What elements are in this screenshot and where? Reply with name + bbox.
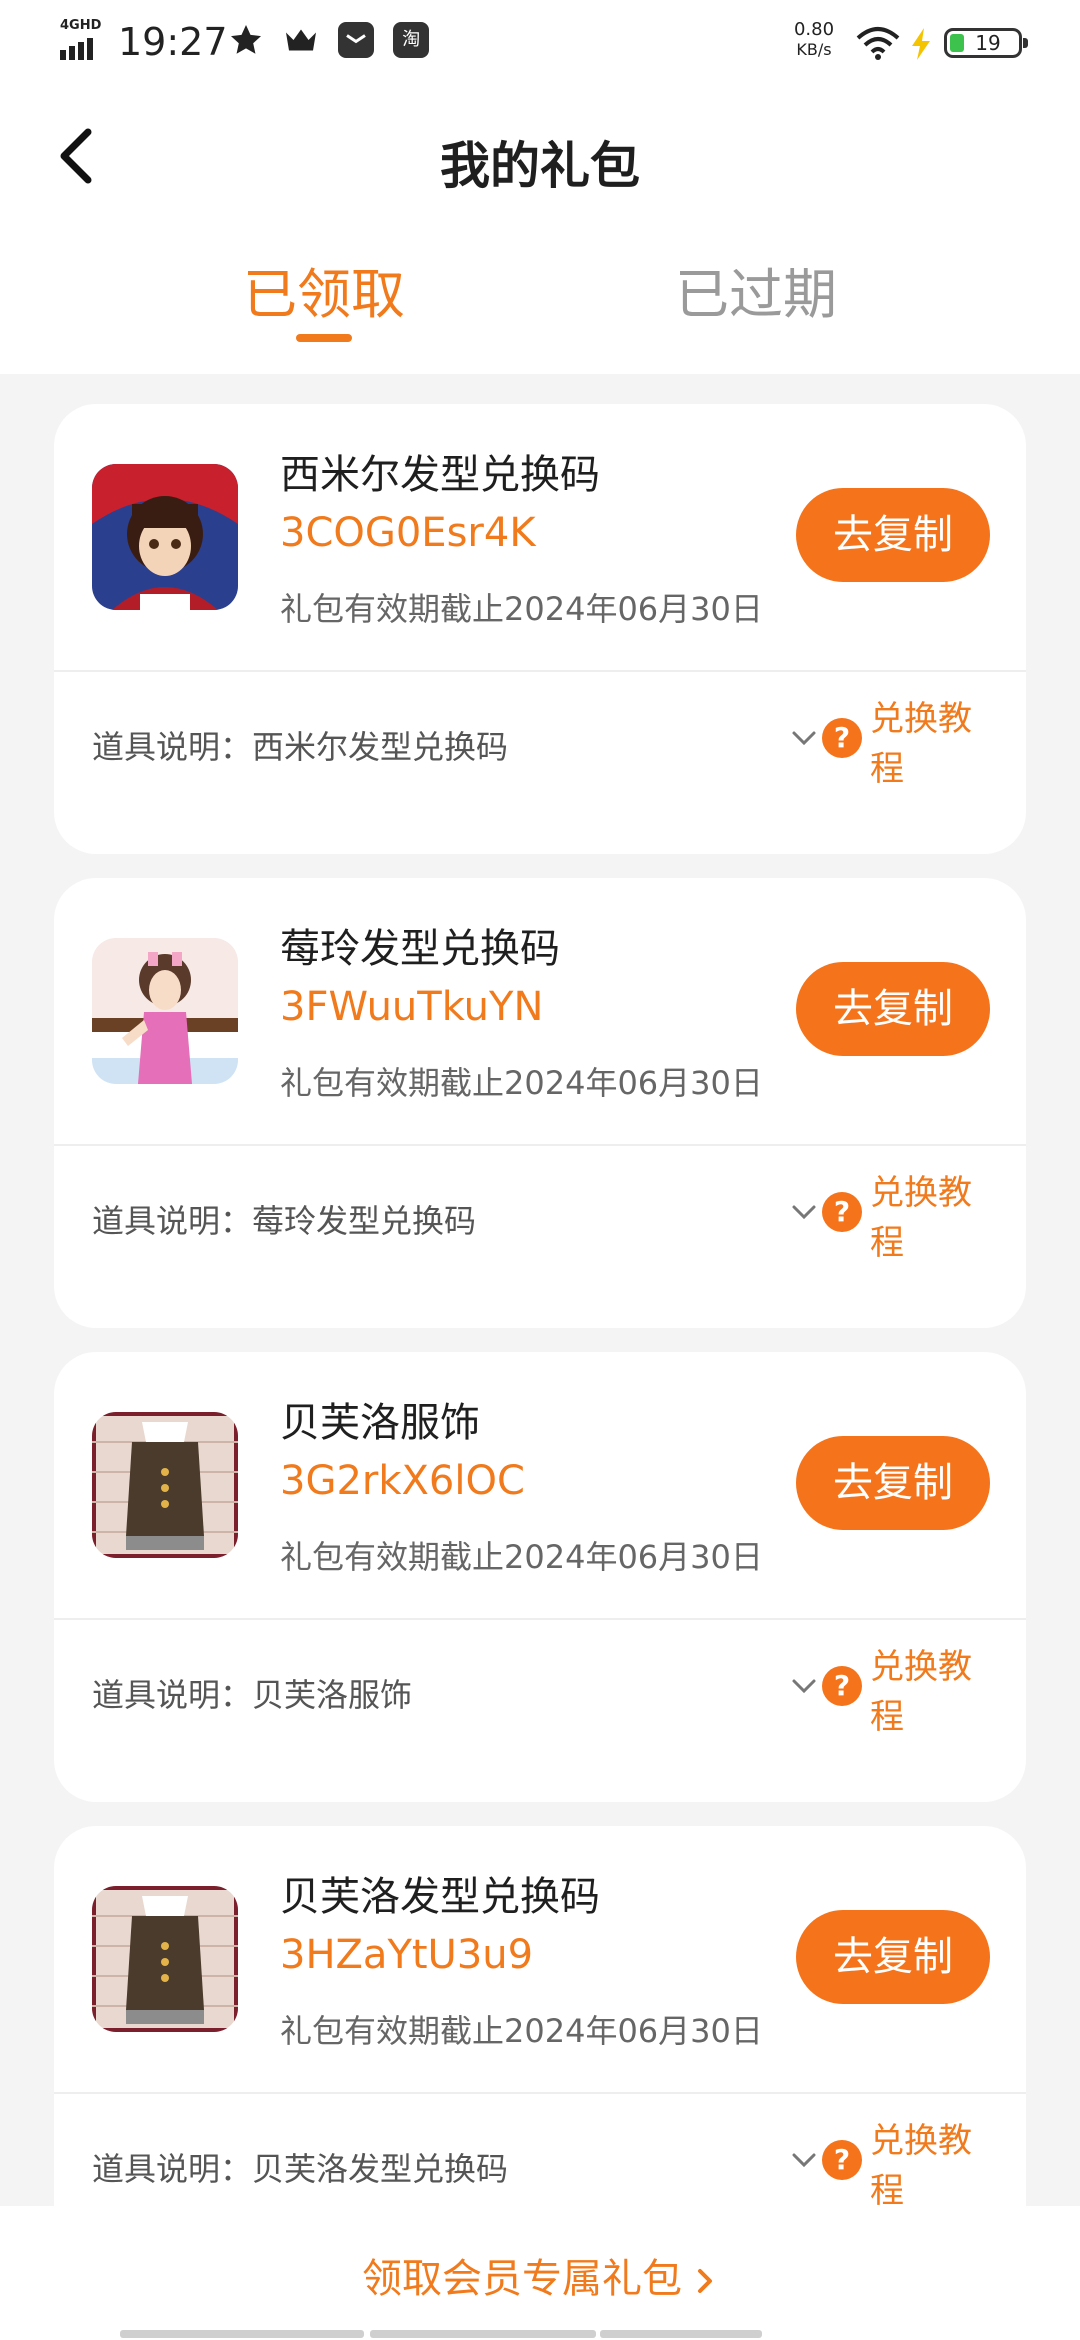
- gift-card: 贝芙洛服饰 3G2rkX6lOC 礼包有效期截止2024年06月30日 去复制 …: [54, 1352, 1026, 1802]
- card-divider: [54, 1144, 1026, 1146]
- gift-card: 莓玲发型兑换码 3FWuuTkuYN 礼包有效期截止2024年06月30日 去复…: [54, 878, 1026, 1328]
- item-description: 道具说明：贝芙洛发型兑换码: [92, 2144, 508, 2190]
- mail-icon: [338, 22, 375, 58]
- redeem-tutorial-link[interactable]: 兑换教程: [870, 2116, 980, 2206]
- gift-thumbnail: [92, 938, 238, 1084]
- description-label: 道具说明：: [92, 2150, 253, 2188]
- redeem-tutorial-link[interactable]: 兑换教程: [870, 694, 980, 794]
- top-area: 4GHD 19:27 淘 0.80 KB/s 19 我的礼包 已领取 已过期: [0, 0, 1080, 374]
- crown-icon: [283, 22, 319, 58]
- description-label: 道具说明：: [92, 1202, 253, 1240]
- clock: 19:27: [118, 20, 228, 64]
- gift-code: 3COG0Esr4K: [280, 510, 536, 556]
- description-label: 道具说明：: [92, 728, 253, 766]
- taobao-icon: 淘: [393, 22, 430, 58]
- chevron-down-icon[interactable]: [790, 2146, 818, 2174]
- question-icon[interactable]: ?: [822, 718, 862, 758]
- chevron-down-icon[interactable]: [790, 1672, 818, 1700]
- description-value: 贝芙洛服饰: [252, 1676, 413, 1714]
- bottom-bar: 领取会员专属礼包: [0, 2206, 1080, 2340]
- notification-icons: 淘: [228, 22, 443, 62]
- item-description: 道具说明：贝芙洛服饰: [92, 1670, 412, 1716]
- redeem-tutorial-link[interactable]: 兑换教程: [870, 1168, 980, 1268]
- status-bar: 4GHD 19:27 淘 0.80 KB/s 19: [0, 0, 1080, 84]
- charging-icon: [908, 26, 934, 62]
- item-description: 道具说明：西米尔发型兑换码: [92, 722, 508, 768]
- member-gift-link[interactable]: 领取会员专属礼包: [0, 2246, 1080, 2304]
- gift-name: 贝芙洛服饰: [280, 1400, 480, 1446]
- status-right: 0.80 KB/s 19: [722, 20, 1028, 64]
- chevron-down-icon[interactable]: [790, 1198, 818, 1226]
- question-icon[interactable]: ?: [822, 2140, 862, 2180]
- description-value: 西米尔发型兑换码: [252, 728, 509, 766]
- member-gift-label: 领取会员专属礼包: [362, 2256, 682, 2302]
- tab-expired[interactable]: 已过期: [606, 250, 906, 329]
- star-icon: [228, 22, 264, 58]
- gift-list[interactable]: 西米尔发型兑换码 3COG0Esr4K 礼包有效期截止2024年06月30日 去…: [0, 374, 1080, 2206]
- question-icon[interactable]: ?: [822, 1666, 862, 1706]
- network-speed: 0.80 KB/s: [784, 20, 844, 60]
- tab-indicator: [296, 334, 352, 342]
- battery-icon: 19: [944, 28, 1028, 58]
- gift-name: 西米尔发型兑换码: [280, 452, 600, 498]
- gift-code: 3HZaYtU3u9: [280, 1932, 534, 1978]
- card-divider: [54, 670, 1026, 672]
- gift-thumbnail: [92, 1412, 238, 1558]
- gift-card: 西米尔发型兑换码 3COG0Esr4K 礼包有效期截止2024年06月30日 去…: [54, 404, 1026, 854]
- gift-expiry: 礼包有效期截止2024年06月30日: [280, 1538, 763, 1576]
- wifi-icon: [854, 26, 902, 62]
- copy-button[interactable]: 去复制: [796, 1436, 990, 1530]
- tab-received[interactable]: 已领取: [174, 250, 474, 329]
- chevron-down-icon[interactable]: [790, 724, 818, 752]
- redeem-tutorial-link[interactable]: 兑换教程: [870, 1642, 980, 1742]
- gift-expiry: 礼包有效期截止2024年06月30日: [280, 590, 763, 628]
- speed-unit: KB/s: [796, 40, 832, 59]
- speed-value: 0.80: [793, 19, 835, 40]
- card-divider: [54, 2092, 1026, 2094]
- nav-bar: 我的礼包: [0, 100, 1080, 210]
- tab-bar: 已领取 已过期: [0, 240, 1080, 350]
- item-description: 道具说明：莓玲发型兑换码: [92, 1196, 476, 1242]
- network-type: 4GHD: [60, 18, 102, 33]
- copy-button[interactable]: 去复制: [796, 1910, 990, 2004]
- chevron-right-icon: [698, 2269, 712, 2293]
- gift-name: 贝芙洛发型兑换码: [280, 1874, 600, 1920]
- gift-name: 莓玲发型兑换码: [280, 926, 560, 972]
- gift-thumbnail: [92, 464, 238, 610]
- gift-expiry: 礼包有效期截止2024年06月30日: [280, 1064, 763, 1102]
- gift-code: 3FWuuTkuYN: [280, 984, 544, 1030]
- gift-thumbnail: [92, 1886, 238, 2032]
- copy-button[interactable]: 去复制: [796, 488, 990, 582]
- gift-card: 贝芙洛发型兑换码 3HZaYtU3u9 礼包有效期截止2024年06月30日 去…: [54, 1826, 1026, 2206]
- description-value: 莓玲发型兑换码: [252, 1202, 477, 1240]
- card-divider: [54, 1618, 1026, 1620]
- gift-code: 3G2rkX6lOC: [280, 1458, 525, 1504]
- question-icon[interactable]: ?: [822, 1192, 862, 1232]
- gift-expiry: 礼包有效期截止2024年06月30日: [280, 2012, 763, 2050]
- battery-level: 19: [975, 31, 1001, 55]
- description-label: 道具说明：: [92, 1676, 253, 1714]
- description-value: 贝芙洛发型兑换码: [252, 2150, 509, 2188]
- signal-icon: 4GHD: [58, 18, 108, 60]
- page-title: 我的礼包: [440, 137, 640, 195]
- scroll-indicator: [120, 2330, 960, 2338]
- copy-button[interactable]: 去复制: [796, 962, 990, 1056]
